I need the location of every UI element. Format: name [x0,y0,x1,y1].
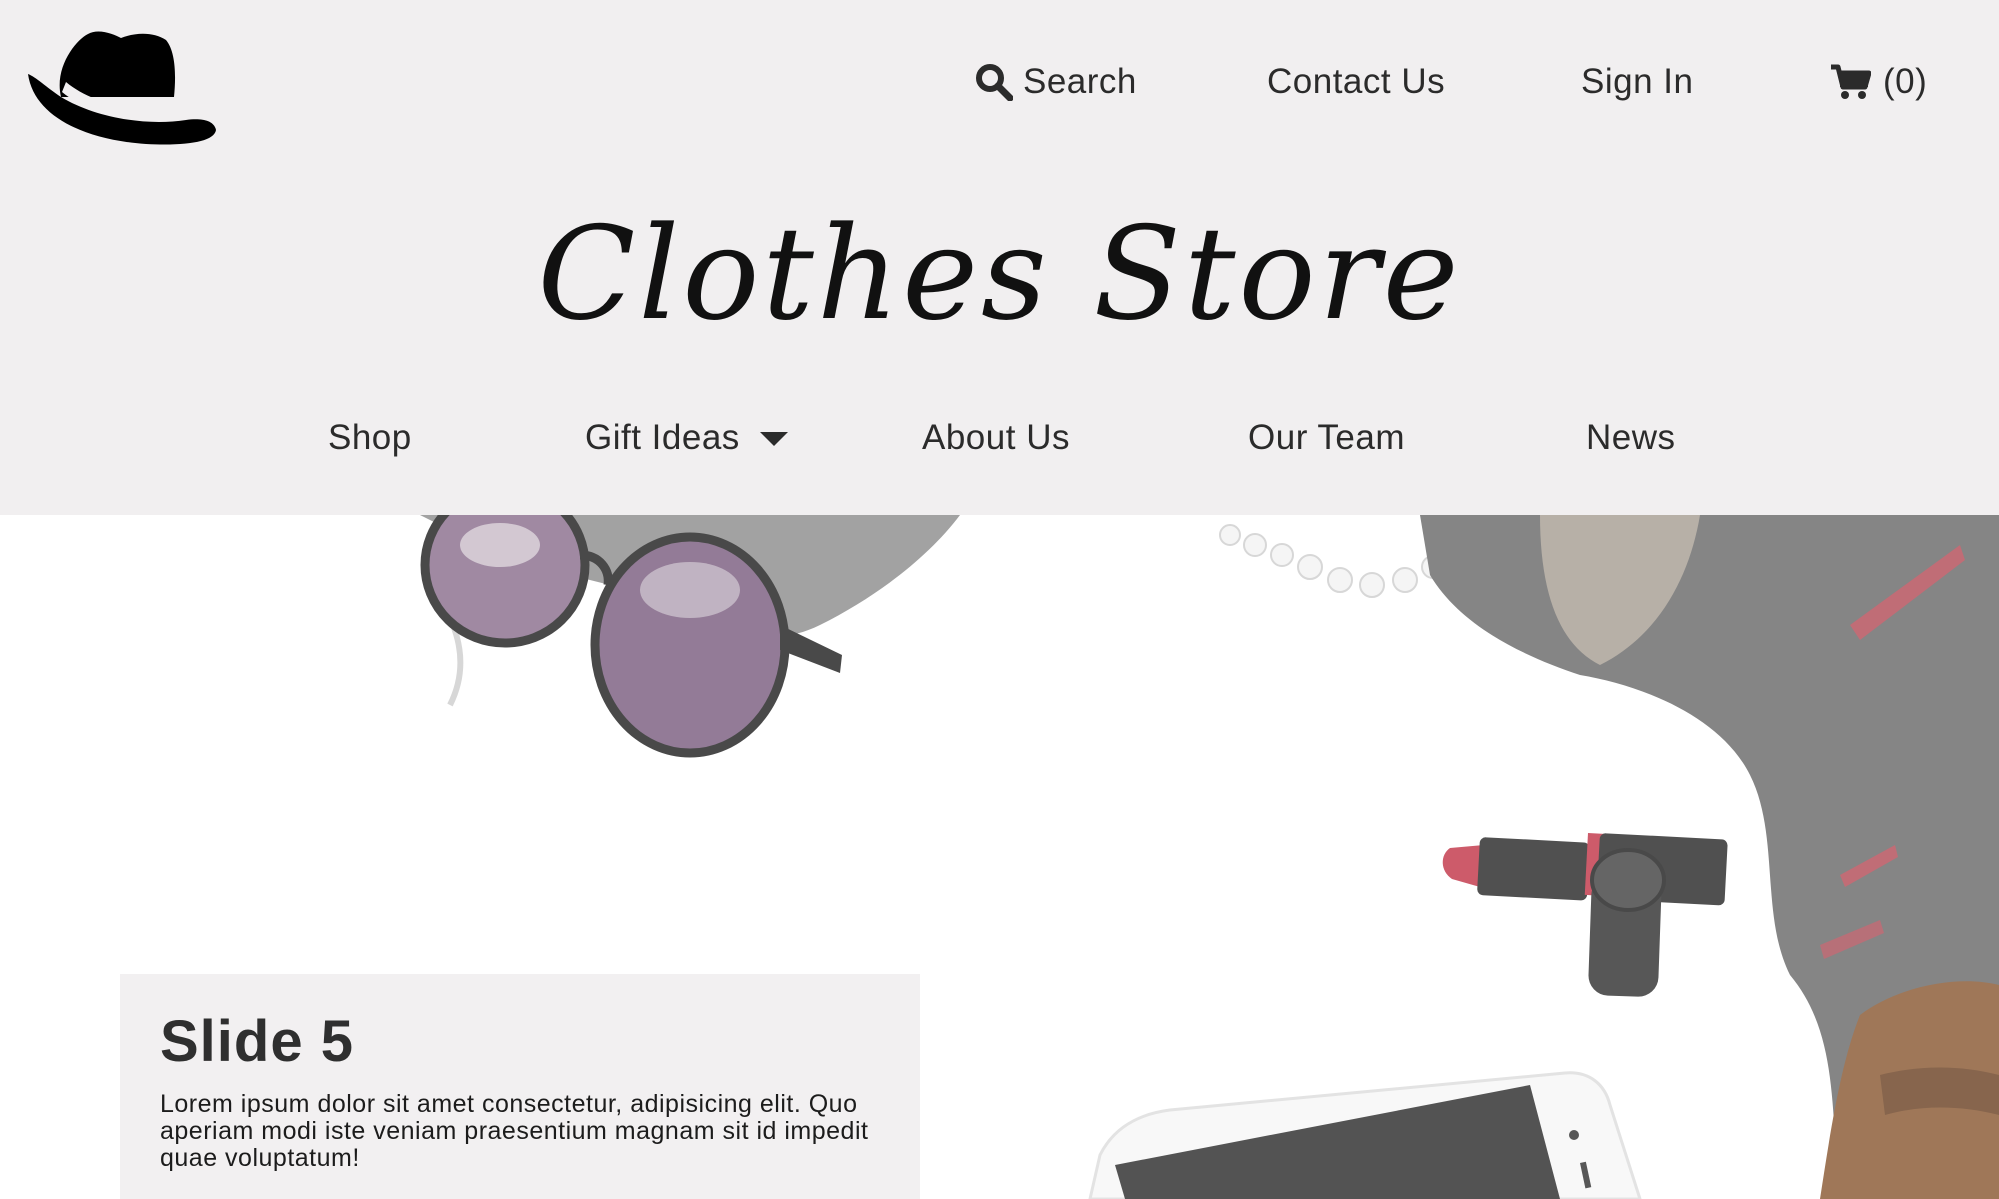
slide-text: Lorem ipsum dolor sit amet consectetur, … [160,1090,869,1172]
slide-caption: Slide 5 Lorem ipsum dolor sit amet conse… [120,974,920,1199]
nav-shop[interactable]: Shop [328,418,412,458]
cart-count: (0) [1883,62,1928,101]
store-title: Clothes Store [537,200,1462,349]
nav-news[interactable]: News [1586,418,1676,458]
search-label: Search [1023,62,1137,101]
site-header: Search Contact Us Sign In (0) Clothes St… [0,0,1999,515]
hat-icon[interactable] [26,22,216,150]
search-link[interactable]: Search [975,62,1137,102]
contact-us-link[interactable]: Contact Us [1267,62,1445,102]
cart-link[interactable]: (0) [1829,62,1927,102]
search-icon [975,63,1013,101]
caret-down-icon [759,430,788,446]
cart-icon [1829,63,1871,101]
sign-in-link[interactable]: Sign In [1581,62,1693,102]
nav-gift-ideas-label: Gift Ideas [585,418,740,457]
nav-gift-ideas[interactable]: Gift Ideas [585,418,788,458]
nav-about-us[interactable]: About Us [922,418,1070,458]
nav-our-team[interactable]: Our Team [1248,418,1405,458]
slide-title: Slide 5 [160,1009,354,1074]
